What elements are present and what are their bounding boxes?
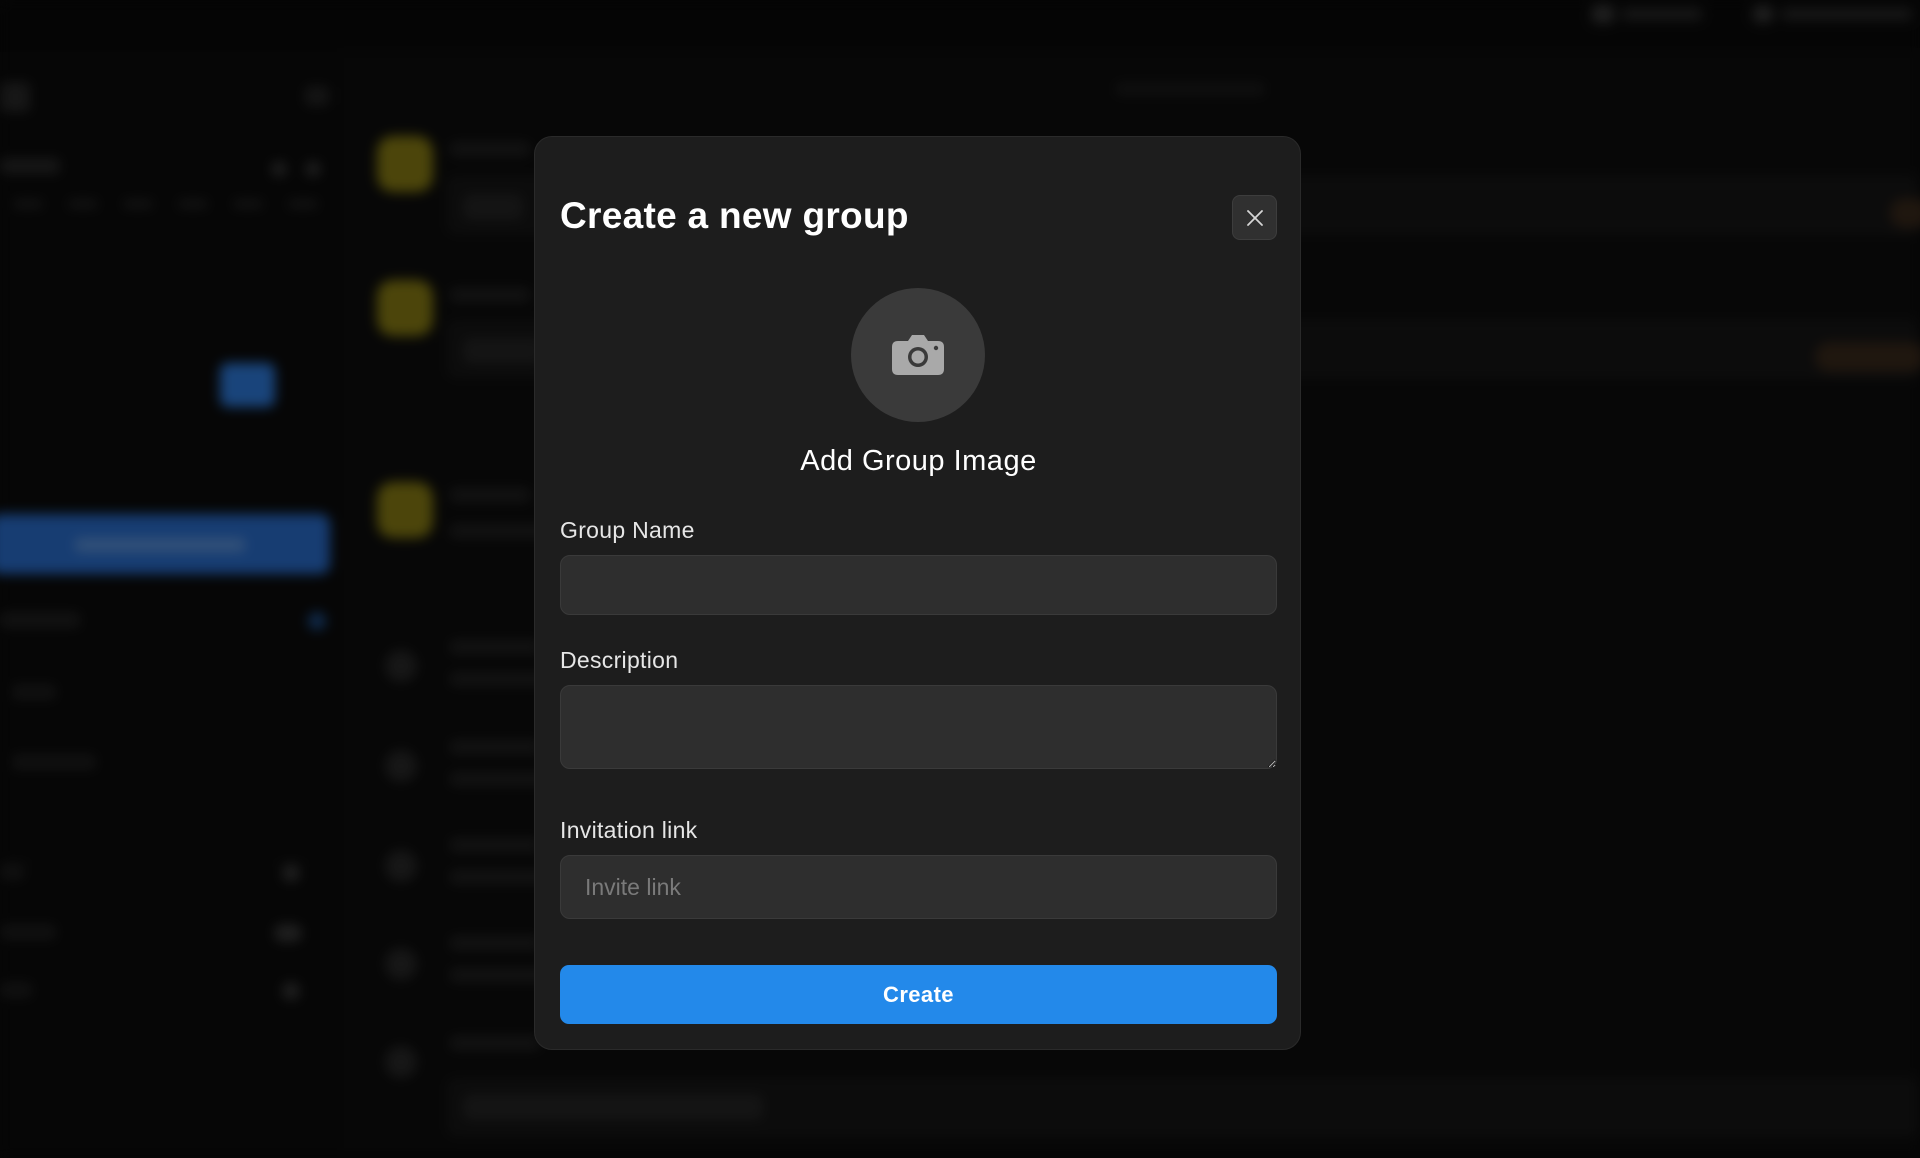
add-group-image-label: Add Group Image xyxy=(800,445,1037,477)
description-label: Description xyxy=(560,647,679,673)
invitation-link-label: Invitation link xyxy=(560,817,698,843)
description-textarea[interactable] xyxy=(560,685,1277,769)
create-button[interactable]: Create xyxy=(560,965,1277,1024)
dialog-title: Create a new group xyxy=(560,195,909,236)
group-name-label: Group Name xyxy=(560,517,695,543)
create-group-dialog: Create a new group Add Group Image Group… xyxy=(534,136,1301,1050)
group-image-upload[interactable] xyxy=(851,288,985,422)
camera-icon xyxy=(892,335,944,375)
close-icon xyxy=(1246,209,1263,226)
group-name-input[interactable] xyxy=(560,555,1277,615)
close-button[interactable] xyxy=(1232,195,1277,240)
invitation-link-input[interactable] xyxy=(560,855,1277,919)
